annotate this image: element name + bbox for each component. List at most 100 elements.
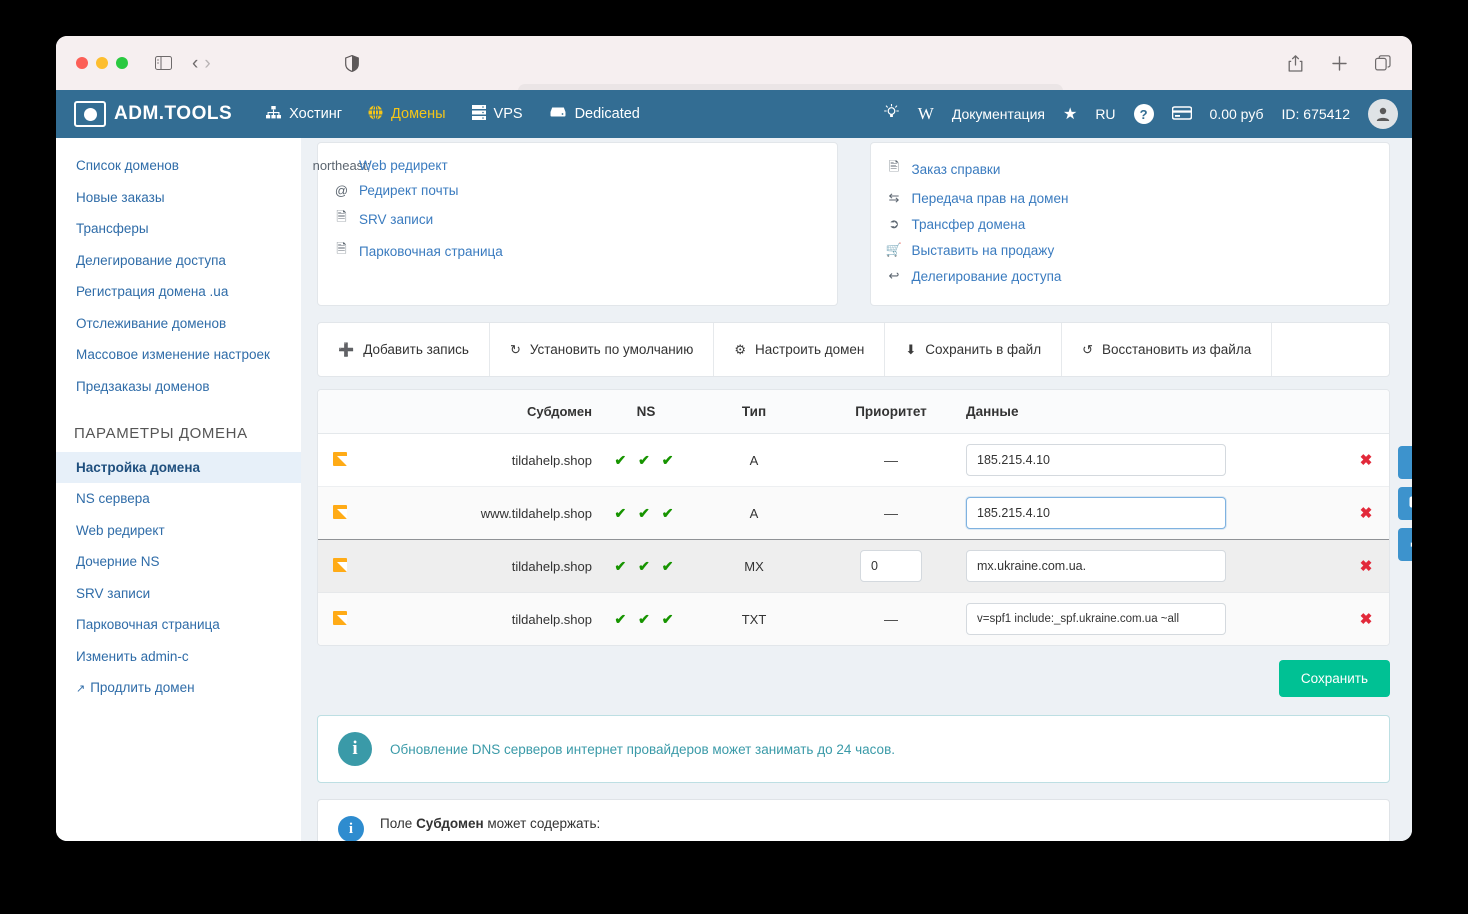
row-data <box>966 487 1343 540</box>
sidebar-item-new-orders[interactable]: Новые заказы <box>56 182 301 214</box>
link-certificate-order[interactable]: 🖹 Заказ справки <box>887 153 1374 185</box>
save-to-file-button[interactable]: ⬇ Сохранить в файл <box>885 323 1063 376</box>
close-window-button[interactable] <box>76 57 88 69</box>
lightbulb-idea-icon[interactable] <box>883 103 900 124</box>
row-delete: ✖ <box>1343 593 1389 646</box>
sidebar-item-access-delegation[interactable]: Делегирование доступа <box>56 245 301 277</box>
sidebar-item-web-redirect[interactable]: Web редирект <box>56 515 301 547</box>
new-tab-icon[interactable] <box>1326 50 1352 76</box>
link-mail-redirect-label: Редирект почты <box>359 183 459 198</box>
tab-overview-icon[interactable] <box>1370 50 1396 76</box>
note-icon[interactable] <box>333 451 347 466</box>
adm-tools-logo[interactable]: ADM.TOOLS <box>74 101 232 127</box>
sidebar-item-bulk-settings[interactable]: Массовое изменение настроек <box>56 339 301 371</box>
link-srv-records[interactable]: 🗎 SRV записи <box>334 203 821 235</box>
link-access-delegation[interactable]: ↩ Делегирование доступа <box>887 263 1374 289</box>
at-sign-icon: @ <box>334 183 349 198</box>
sidebar-item-change-admin-c[interactable]: Изменить admin-c <box>56 641 301 673</box>
language-selector[interactable]: RU <box>1095 106 1115 122</box>
announcements-tab-button[interactable] <box>1398 528 1412 561</box>
privacy-shield-icon[interactable] <box>339 50 365 76</box>
back-button[interactable]: ‹ <box>192 54 198 73</box>
wikipedia-w-icon[interactable]: W <box>918 104 934 124</box>
table-row: www.tildahelp.shop ✔ ✔ ✔ A — ✖ <box>318 486 1389 540</box>
sidebar-item-ns-servers[interactable]: NS сервера <box>56 483 301 515</box>
row-note-cell <box>318 593 362 646</box>
restore-from-file-button[interactable]: ↺ Восстановить из файла <box>1062 323 1273 376</box>
note-icon[interactable] <box>333 610 347 625</box>
restore-from-file-label: Восстановить из файла <box>1101 342 1252 357</box>
hdd-icon <box>549 106 567 122</box>
delete-record-icon[interactable]: ✖ <box>1360 452 1373 469</box>
maximize-window-button[interactable] <box>116 57 128 69</box>
sidebar-item-srv-records[interactable]: SRV записи <box>56 578 301 610</box>
link-domain-transfer[interactable]: ➲ Трансфер домена <box>887 211 1374 237</box>
nav-item-hosting[interactable]: Хостинг <box>266 105 342 123</box>
record-data-input[interactable] <box>966 603 1226 635</box>
link-mail-redirect[interactable]: @ Редирект почты <box>334 178 821 203</box>
logo-mark-icon <box>74 101 106 127</box>
record-priority-input[interactable] <box>860 550 922 582</box>
sidebar-item-renew-domain-label: Продлить домен <box>90 680 195 696</box>
note-icon[interactable] <box>333 504 347 519</box>
th-data: Данные <box>966 390 1343 434</box>
sidebar-item-domain-monitoring[interactable]: Отслеживание доменов <box>56 308 301 340</box>
save-button[interactable]: Сохранить <box>1278 660 1390 697</box>
set-default-button[interactable]: ↻ Установить по умолчанию <box>490 323 715 376</box>
record-data-input-focused[interactable] <box>966 497 1226 529</box>
add-record-button[interactable]: ➕ Добавить запись <box>318 323 490 376</box>
ideas-tab-button[interactable] <box>1398 446 1412 479</box>
browser-chrome: ‹ › 🔒 adm.tools A文 <box>56 36 1412 114</box>
balance-amount: 0.00 руб <box>1209 106 1264 122</box>
nav-item-dedicated[interactable]: Dedicated <box>549 106 640 122</box>
credit-card-icon[interactable] <box>1171 105 1192 123</box>
ns-checks: ✔ ✔ ✔ <box>614 610 678 627</box>
priority-dash: — <box>884 505 898 521</box>
star-icon[interactable]: ★ <box>1063 104 1077 124</box>
sidebar-item-domain-settings[interactable]: Настройка домена <box>56 451 301 484</box>
docs-link[interactable]: Документация <box>952 106 1045 122</box>
delete-record-icon[interactable]: ✖ <box>1360 505 1373 522</box>
delete-record-icon[interactable]: ✖ <box>1360 558 1373 575</box>
help-head-prefix: Поле <box>380 816 417 831</box>
dns-records-table-wrapper: Субдомен NS Тип Приоритет Данные tildahe… <box>317 389 1390 646</box>
question-circle-icon[interactable]: ? <box>1133 104 1154 124</box>
link-put-on-sale-label: Выставить на продажу <box>911 242 1055 258</box>
minimize-window-button[interactable] <box>96 57 108 69</box>
configure-domain-button[interactable]: ⚙ Настроить домен <box>714 323 886 376</box>
sidebar-toggle-icon[interactable] <box>150 50 176 76</box>
sidebar-item-renew-domain[interactable]: ↗ Продлить домен <box>56 672 301 704</box>
row-type: TXT <box>741 611 767 627</box>
sidebar-item-ua-registration[interactable]: Регистрация домена .ua <box>56 276 301 308</box>
nav-item-vps[interactable]: VPS <box>471 104 523 124</box>
file-icon: 🗎 <box>336 209 347 224</box>
note-icon[interactable] <box>333 557 347 572</box>
row-subdomain: tildahelp.shop <box>511 611 592 627</box>
exchange-icon: ⇆ <box>888 190 900 205</box>
link-parking-page[interactable]: 🗎 Парковочная страница <box>334 235 821 267</box>
navbar-right: W Документация ★ RU ? 0.00 руб ID: 67541… <box>883 90 1398 138</box>
sidebar-item-parking-page[interactable]: Парковочная страница <box>56 609 301 641</box>
sidebar-item-child-ns[interactable]: Дочерние NS <box>56 546 301 578</box>
link-put-on-sale[interactable]: 🛒 Выставить на продажу <box>886 237 1374 263</box>
refresh-icon: ↻ <box>509 341 521 357</box>
record-data-input[interactable] <box>966 444 1226 476</box>
sidebar-item-transfers[interactable]: Трансферы <box>56 213 301 245</box>
records-toolbar: ➕ Добавить запись ↻ Установить по умолча… <box>317 322 1390 377</box>
share-icon[interactable] <box>1282 50 1308 76</box>
delete-record-icon[interactable]: ✖ <box>1360 611 1373 628</box>
th-priority: Приоритет <box>816 390 966 434</box>
avatar[interactable] <box>1368 99 1398 129</box>
link-web-redirect[interactable]: northeast; Web редирект <box>313 153 821 178</box>
record-data-input[interactable] <box>966 550 1226 582</box>
row-priority <box>816 540 966 593</box>
link-parking-page-label: Парковочная страница <box>359 243 503 259</box>
chat-tab-button[interactable] <box>1398 487 1412 520</box>
sidebar-item-domain-list[interactable]: Список доменов <box>56 150 301 182</box>
nav-item-domains[interactable]: Домены <box>368 104 446 124</box>
sidebar-item-preorders[interactable]: Предзаказы доменов <box>56 371 301 403</box>
link-transfer-rights[interactable]: ⇆ Передача прав на домен <box>887 185 1374 211</box>
forward-button[interactable]: › <box>204 54 210 73</box>
table-body: tildahelp.shop ✔ ✔ ✔ A — ✖ www.tildahelp… <box>318 433 1389 646</box>
server-icon <box>471 104 486 124</box>
